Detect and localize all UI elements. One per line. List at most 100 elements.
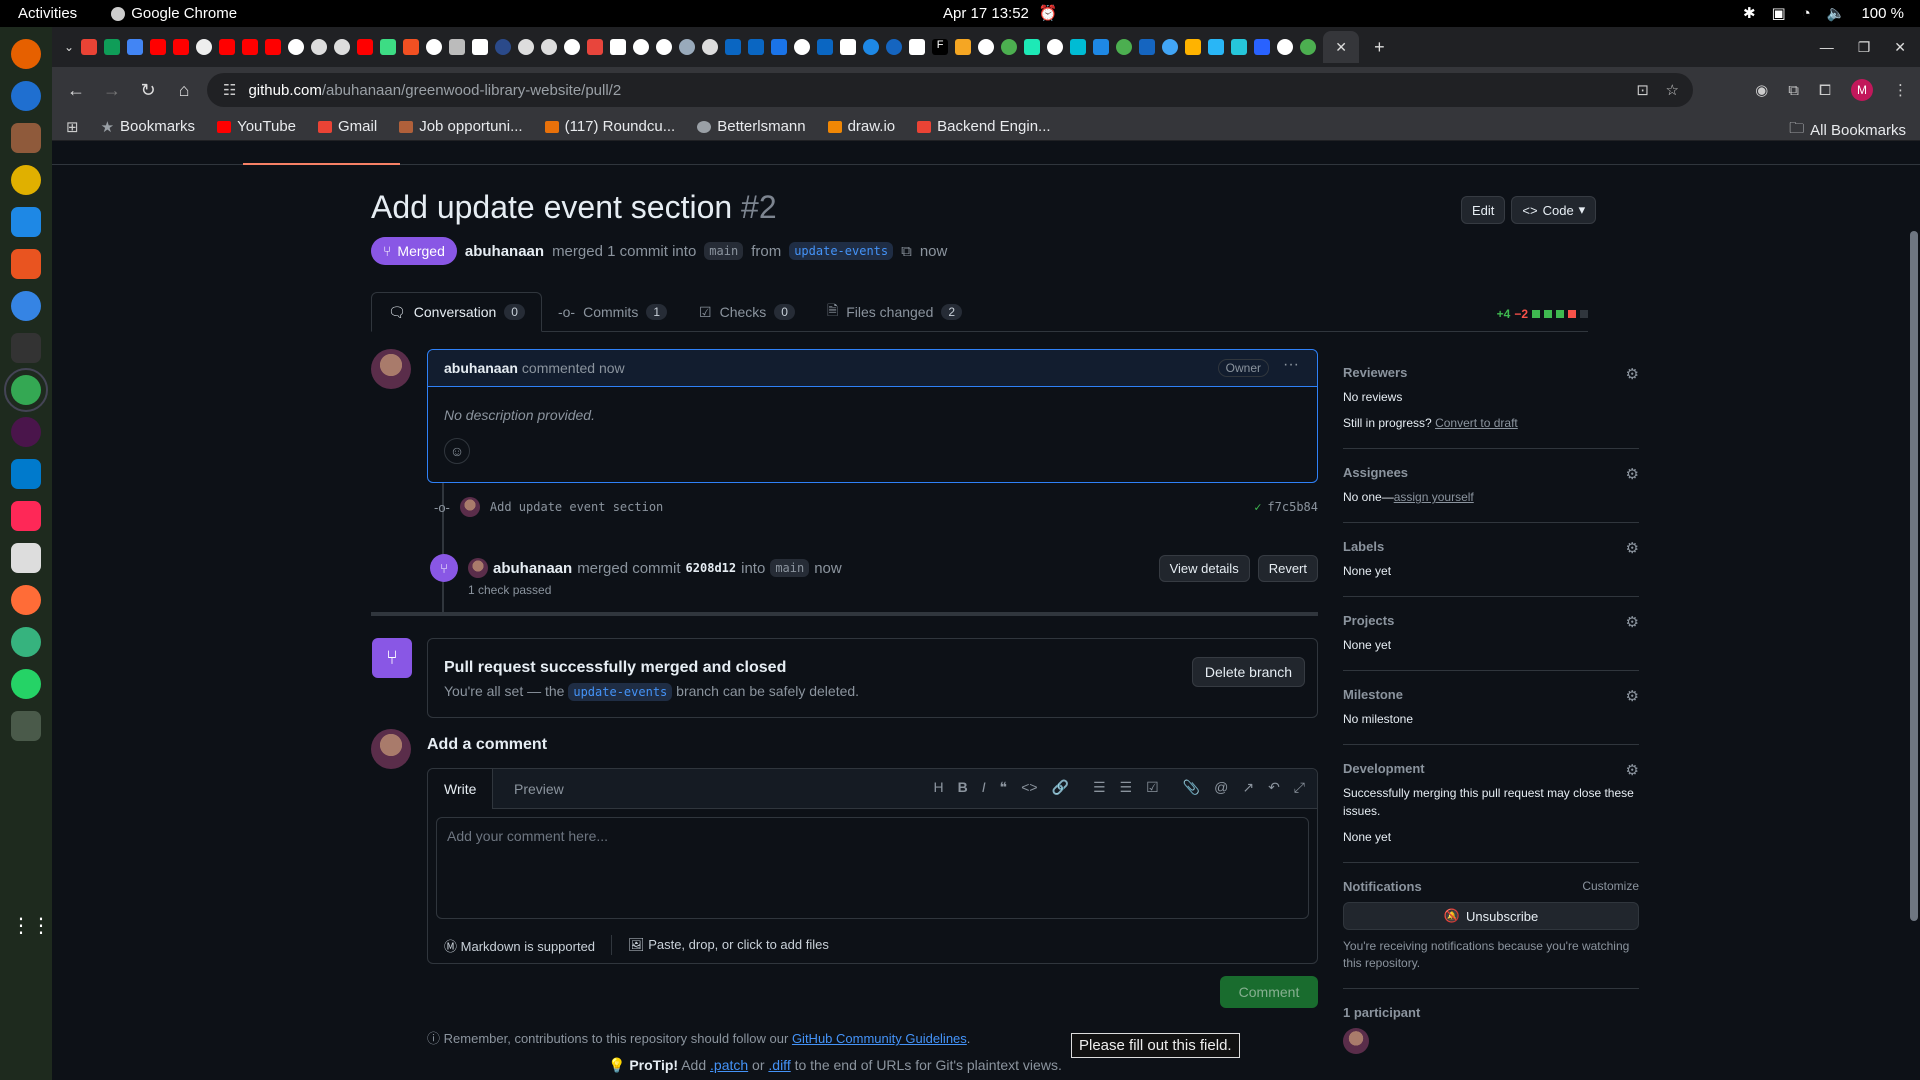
gear-icon[interactable]: ⚙	[1626, 761, 1639, 779]
terminal-icon[interactable]	[11, 333, 41, 363]
kebab-menu-icon[interactable]: ···	[1283, 356, 1299, 374]
tab-github-icon[interactable]	[426, 39, 443, 55]
extensions-puzzle-icon[interactable]: ⧠	[1819, 82, 1831, 99]
tab-google-icon[interactable]	[656, 39, 673, 55]
back-icon[interactable]: ←	[58, 80, 94, 101]
tab-icon[interactable]	[1093, 39, 1110, 55]
tab-icon[interactable]	[679, 39, 696, 55]
whatsapp-icon[interactable]	[11, 669, 41, 699]
home-icon[interactable]: ⌂	[166, 80, 202, 101]
tab-youtube-icon[interactable]	[219, 39, 236, 55]
app-menu[interactable]: Google Chrome	[111, 5, 237, 22]
gear-icon[interactable]: ⚙	[1626, 365, 1639, 383]
add-reaction-icon[interactable]: ☺	[444, 438, 470, 464]
translate-icon[interactable]: ⧉	[1788, 82, 1799, 99]
delete-branch-button[interactable]: Delete branch	[1191, 657, 1305, 687]
bold-icon[interactable]: B	[958, 779, 968, 796]
comment-textarea[interactable]: Add your comment here...	[436, 817, 1309, 919]
checks-summary[interactable]: 1 check passed	[468, 583, 551, 597]
heading-icon[interactable]: H	[934, 779, 944, 796]
quote-icon[interactable]: ❝	[1000, 779, 1008, 796]
slack-icon[interactable]	[11, 417, 41, 447]
tab-icon[interactable]	[1231, 39, 1248, 55]
clock[interactable]: Apr 17 13:52 ⏰	[943, 4, 1058, 23]
merge-target-branch[interactable]: main	[770, 559, 810, 577]
mention-icon[interactable]: @	[1214, 779, 1228, 796]
bookmark-item[interactable]: ★ Bookmarks	[101, 118, 195, 136]
tab-preview[interactable]: Preview	[498, 769, 580, 809]
tab-icon[interactable]	[840, 39, 857, 55]
view-details-button[interactable]: View details	[1158, 555, 1250, 582]
tab-icon[interactable]	[518, 39, 535, 55]
customize-link[interactable]: Customize	[1582, 879, 1639, 893]
tab-icon[interactable]	[311, 39, 328, 55]
avatar[interactable]	[459, 497, 480, 517]
tab-icon[interactable]	[449, 39, 466, 55]
db-icon[interactable]	[11, 627, 41, 657]
chrome-dock-icon[interactable]	[4, 368, 48, 412]
bookmark-item[interactable]: Gmail	[318, 118, 377, 135]
assign-yourself-link[interactable]: assign yourself	[1394, 490, 1474, 504]
tab-youtube-icon[interactable]	[265, 39, 282, 55]
commit-sha[interactable]: ✓ f7c5b84	[1254, 500, 1318, 514]
markdown-link[interactable]: Ⓜ Markdown is supported	[444, 936, 595, 955]
tab-youtube-icon[interactable]	[357, 39, 374, 55]
diff-link[interactable]: .diff	[768, 1057, 790, 1073]
maximize-icon[interactable]: ❐	[1858, 39, 1871, 56]
tab-gmail-icon[interactable]	[610, 39, 627, 55]
attach-files[interactable]: 🖼 Paste, drop, or click to add files	[628, 937, 829, 953]
tab-icon[interactable]	[1001, 39, 1018, 55]
tab-icon[interactable]	[1024, 39, 1041, 55]
tab-icon[interactable]	[702, 39, 719, 55]
tab-linkedin-icon[interactable]	[748, 39, 765, 55]
guidelines-link[interactable]: GitHub Community Guidelines	[792, 1031, 967, 1046]
tab-icon[interactable]	[955, 39, 972, 55]
profile-avatar[interactable]: M	[1851, 79, 1873, 101]
edit-button[interactable]: Edit	[1461, 196, 1506, 224]
close-window-icon[interactable]: ✕	[1894, 39, 1906, 56]
copy-icon[interactable]: ⧉	[901, 243, 912, 260]
page-scrollbar[interactable]	[1910, 231, 1918, 921]
menu-icon[interactable]: ⋮	[1893, 81, 1908, 99]
tab-linkedin-icon[interactable]	[725, 39, 742, 55]
bookmark-item[interactable]: Backend Engin...	[917, 118, 1051, 135]
bookmark-star-icon[interactable]: ☆	[1666, 81, 1679, 99]
tab-icon[interactable]	[1116, 39, 1133, 55]
comment-button[interactable]: Comment	[1220, 976, 1318, 1008]
show-apps-icon[interactable]: ⋮⋮	[11, 913, 51, 943]
bookmark-item[interactable]: YouTube	[217, 118, 296, 135]
tab-icon[interactable]	[1300, 39, 1317, 55]
postman-icon[interactable]	[11, 585, 41, 615]
branch-name[interactable]: update-events	[568, 683, 673, 701]
tab-youtube-icon[interactable]	[242, 39, 259, 55]
code-button[interactable]: <> Code ▾	[1511, 196, 1597, 224]
tab-conversation[interactable]: 🗨 Conversation 0	[371, 292, 542, 332]
software-icon[interactable]	[11, 249, 41, 279]
avatar[interactable]	[468, 558, 488, 578]
rhythmbox-icon[interactable]	[11, 165, 41, 195]
system-tray[interactable]: ✱ ▣ ◔ 🔈 100 %	[1743, 4, 1904, 23]
tab-icon[interactable]	[1254, 39, 1271, 55]
gear-icon[interactable]: ⚙	[1626, 539, 1639, 557]
tab-icon[interactable]	[380, 39, 397, 55]
unordered-list-icon[interactable]: ☰	[1120, 779, 1133, 796]
help-icon[interactable]	[11, 291, 41, 321]
attach-icon[interactable]: 📎	[1183, 779, 1200, 796]
code-icon[interactable]: <>	[1021, 779, 1037, 796]
tab-icon[interactable]	[288, 39, 305, 55]
avatar[interactable]	[1343, 1028, 1369, 1054]
italic-icon[interactable]: I	[982, 779, 986, 796]
tab-youtube-icon[interactable]	[150, 39, 167, 55]
patch-link[interactable]: .patch	[710, 1057, 748, 1073]
tab-checks[interactable]: ☑ Checks 0	[683, 292, 811, 332]
bookmark-item[interactable]: Betterlsmann	[697, 118, 806, 135]
tab-icon[interactable]	[978, 39, 995, 55]
tab-files-changed[interactable]: 🗎 Files changed 2	[811, 292, 978, 332]
gear-icon[interactable]: ⚙	[1626, 687, 1639, 705]
tab-write[interactable]: Write	[428, 769, 494, 809]
tab-icon[interactable]	[1185, 39, 1202, 55]
bookmark-item[interactable]: Job opportuni...	[399, 118, 523, 135]
unsubscribe-button[interactable]: 🔕 Unsubscribe	[1343, 902, 1639, 930]
tab-youtube-icon[interactable]	[173, 39, 190, 55]
reference-icon[interactable]: ↗	[1242, 779, 1254, 796]
